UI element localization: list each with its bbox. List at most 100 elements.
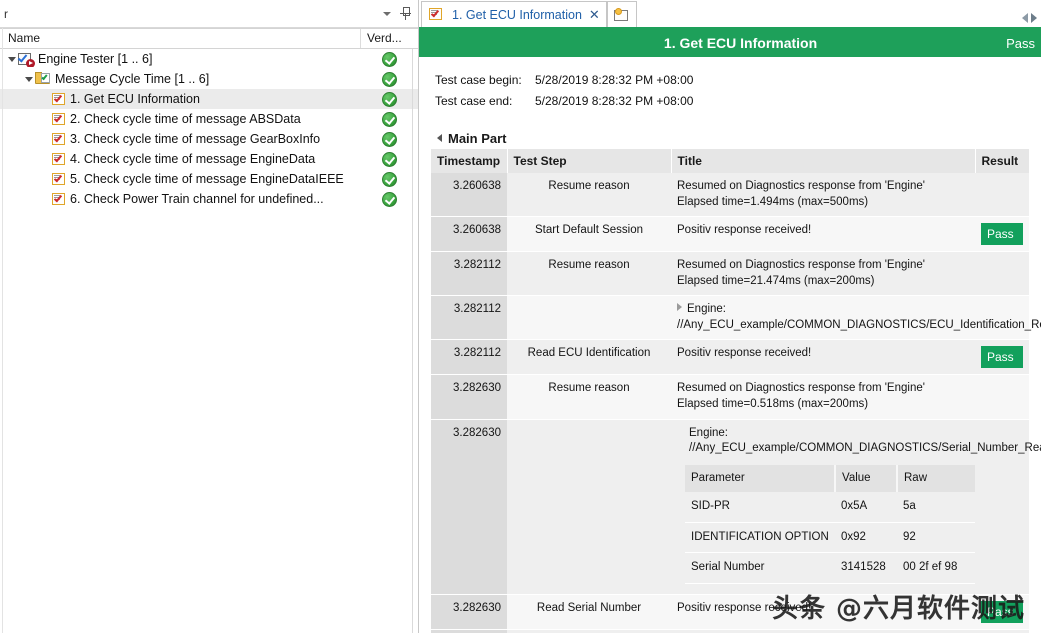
tree-item-label: Message Cycle Time [1 .. 6]: [55, 72, 210, 86]
table-row[interactable]: 3.282630 Engine: //Any_ECU_example/COMMON…: [431, 419, 1041, 595]
cell-title-text: Resumed on Diagnostics response from 'En…: [677, 259, 925, 287]
cell-timestamp: 3.282630: [431, 374, 507, 420]
parameter-cell: 0x5A: [835, 492, 897, 523]
verdict-pass-icon: [382, 171, 397, 187]
table-row[interactable]: 3.283636Resume reasonResumed on Diagnost…: [431, 629, 1029, 633]
verdict-cell: [361, 71, 418, 87]
column-header-verdict[interactable]: Verd...: [361, 29, 418, 48]
cell-title-text: Positiv response received!: [677, 224, 812, 237]
tree-item-label: 1. Get ECU Information: [70, 92, 200, 106]
cell-test-step: Resume reason: [507, 374, 671, 420]
verdict-cell: [361, 91, 418, 107]
panel-menu-button[interactable]: [378, 4, 396, 24]
verdict-pass-icon: [382, 131, 397, 147]
parameter-col-p-raw[interactable]: Raw: [897, 464, 977, 493]
table-row[interactable]: 3.282112 Engine: //Any_ECU_example/COMMON…: [431, 295, 1041, 341]
parameter-cell: 00 2f ef 98: [897, 552, 977, 584]
new-document-icon: [613, 7, 630, 22]
tree-row-content: 3. Check cycle time of message GearBoxIn…: [0, 132, 361, 146]
tree-row[interactable]: 3. Check cycle time of message GearBoxIn…: [0, 129, 418, 149]
meta-row: Test case begin: 5/28/2019 8:28:32 PM +08…: [435, 69, 1041, 90]
cell-title: Positiv response received!: [671, 216, 975, 253]
testcase-icon: [52, 192, 67, 206]
parameter-cell: 3141528: [835, 552, 897, 584]
table-row[interactable]: 3.282630 Resume reason Resumed on Diagnost…: [431, 374, 1029, 420]
tree-row[interactable]: 4. Check cycle time of message EngineDat…: [0, 149, 418, 169]
tree-item-label: Engine Tester [1 .. 6]: [38, 52, 153, 66]
cell-result: Pass: [975, 339, 1029, 376]
cell-title: Resumed on Diagnostics response from 'En…: [671, 629, 975, 633]
nav-left-icon[interactable]: [1022, 13, 1028, 23]
tree-row[interactable]: 2. Check cycle time of message ABSData: [0, 109, 418, 129]
table-row[interactable]: 3.260638 Resume reason Resumed on Diagnost…: [431, 173, 1029, 218]
status-badge: Pass: [1006, 35, 1035, 51]
tree-row[interactable]: Engine Tester [1 .. 6]: [0, 49, 418, 69]
parameter-row: SID-PR 0x5A 5a: [685, 492, 977, 523]
collapse-triangle-icon[interactable]: [437, 134, 442, 142]
expand-triangle-icon[interactable]: [677, 303, 682, 312]
application-window: r Name Verd... Engine Tester [1 .. 6] Mes…: [0, 0, 1041, 633]
testcase-icon: [52, 92, 67, 106]
parameter-cell: IDENTIFICATION OPTION: [685, 522, 835, 554]
parameter-row: IDENTIFICATION OPTION 0x92 92: [685, 522, 977, 554]
expand-triangle-icon[interactable]: [5, 56, 18, 62]
tree-item-label: 3. Check cycle time of message GearBoxIn…: [70, 132, 321, 146]
cell-result: [975, 374, 1029, 420]
panel-gutter: [0, 28, 3, 633]
testcase-icon: [52, 112, 67, 126]
tab-get-ecu-information[interactable]: 1. Get ECU Information ✕: [421, 1, 607, 27]
cell-title: Resumed on Diagnostics response from 'En…: [671, 173, 975, 218]
tree-row[interactable]: 5. Check cycle time of message EngineDat…: [0, 169, 418, 189]
cell-title: Resumed on Diagnostics response from 'En…: [671, 251, 975, 297]
cell-result: [975, 251, 1029, 297]
parameter-header-row: Parameter Value Raw: [685, 464, 977, 493]
parameter-col-p-val[interactable]: Value: [835, 464, 898, 493]
tree-row[interactable]: 6. Check Power Train channel for undefin…: [0, 189, 418, 209]
cell-test-step: Resume reason: [507, 173, 671, 218]
cell-test-step: Resume reason: [507, 629, 671, 633]
cell-result: [975, 629, 1029, 633]
verdict-cell: [361, 51, 418, 67]
testcase-icon: [52, 132, 67, 146]
parameter-cell: 0x92: [835, 522, 897, 554]
cell-title-text: Positiv response received!: [677, 601, 812, 614]
tree-row[interactable]: 1. Get ECU Information: [0, 89, 418, 109]
log-table-body: 3.260638 Resume reason Resumed on Diagnost…: [431, 173, 1041, 633]
table-row[interactable]: 3.282630 Read Serial Number Positiv respon…: [431, 594, 1029, 630]
cell-timestamp: 3.283636: [431, 629, 507, 633]
panel-pin-button[interactable]: [396, 4, 414, 24]
table-row[interactable]: 3.282112 Read ECU Identification Positiv r…: [431, 339, 1029, 376]
expand-triangle-icon[interactable]: [22, 76, 35, 82]
cell-test-step: Read ECU Identification: [507, 339, 671, 376]
cell-title: Resumed on Diagnostics response from 'En…: [671, 374, 975, 420]
cell-title-text: Resumed on Diagnostics response from 'En…: [677, 382, 925, 410]
col-timestamp[interactable]: Timestamp: [431, 149, 508, 173]
report-panel: 1. Get ECU Information ✕ 1. Get ECU Info…: [419, 0, 1041, 633]
nav-right-icon[interactable]: [1031, 13, 1037, 23]
col-result[interactable]: Result: [975, 149, 1029, 173]
col-title[interactable]: Title: [671, 149, 976, 173]
tree-item-label: 2. Check cycle time of message ABSData: [70, 112, 301, 126]
section-header-main-part[interactable]: Main Part: [431, 127, 1029, 149]
testcase-icon: [429, 8, 444, 21]
parameter-cell: 92: [897, 522, 977, 554]
cell-title: Engine: //Any_ECU_example/COMMON_DIAGNOS…: [671, 419, 1041, 595]
result-pass-badge: Pass: [981, 600, 1023, 623]
verdict-cell: [361, 131, 418, 147]
cell-timestamp: 3.282112: [431, 251, 507, 297]
tab-strip: 1. Get ECU Information ✕: [419, 0, 1041, 29]
new-document-tab-button[interactable]: [606, 1, 637, 27]
tree-row[interactable]: Message Cycle Time [1 .. 6]: [0, 69, 418, 89]
cell-timestamp: 3.282112: [431, 339, 507, 376]
cell-test-step: [507, 295, 671, 341]
column-header-name[interactable]: Name: [0, 29, 361, 48]
close-icon[interactable]: ✕: [589, 8, 600, 21]
col-test-step[interactable]: Test Step: [507, 149, 672, 173]
tree-column-headers: Name Verd...: [0, 28, 418, 49]
table-row[interactable]: 3.260638 Start Default Session Positiv res…: [431, 216, 1029, 253]
testcase-icon: [52, 152, 67, 166]
table-row[interactable]: 3.282112 Resume reason Resumed on Diagnost…: [431, 251, 1029, 297]
parameter-col-p-name[interactable]: Parameter: [685, 464, 836, 493]
tree-row-content: 2. Check cycle time of message ABSData: [0, 112, 361, 126]
cell-title: Engine: //Any_ECU_example/COMMON_DIAGNOS…: [671, 295, 1041, 341]
